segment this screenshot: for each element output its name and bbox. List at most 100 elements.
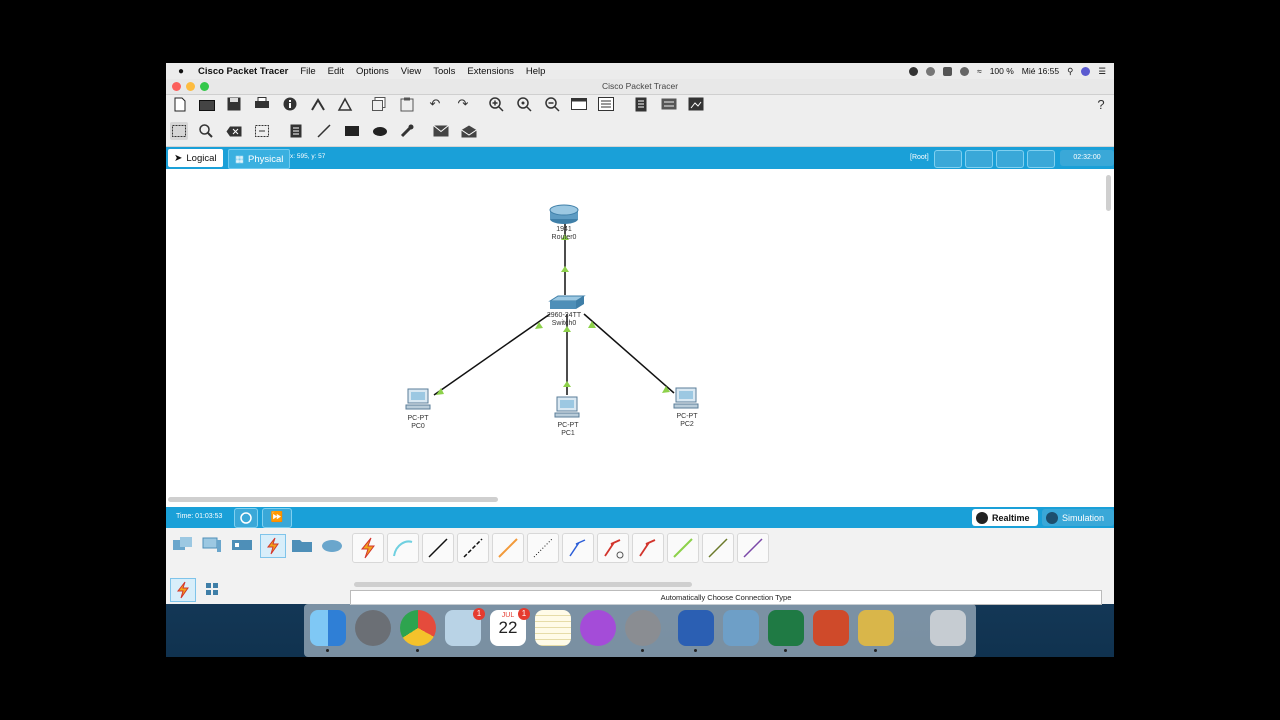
notification-icon[interactable]: ☰	[1098, 66, 1106, 77]
grid-view-icon[interactable]	[200, 578, 224, 600]
spotlight-icon[interactable]: ⚲	[1067, 66, 1073, 77]
zoom-reset-icon[interactable]	[515, 95, 533, 113]
serial-dce-icon[interactable]	[597, 533, 629, 563]
multiuser-connection-icon[interactable]	[320, 534, 344, 556]
draw-line-icon[interactable]	[315, 122, 333, 140]
coaxial-icon[interactable]	[562, 533, 594, 563]
clock-label[interactable]: Mié 16:55	[1022, 66, 1059, 76]
pc-icon[interactable]	[405, 388, 431, 410]
add-icon[interactable]	[960, 66, 970, 76]
record-icon[interactable]	[909, 66, 919, 76]
resize-shape-icon[interactable]	[253, 122, 271, 140]
link-switch0-pc2[interactable]	[583, 313, 675, 394]
help-icon[interactable]: ?	[1092, 95, 1110, 113]
network-info-icon[interactable]	[309, 95, 327, 113]
activity-wizard-icon[interactable]	[336, 95, 354, 113]
octal-cable-icon[interactable]	[667, 533, 699, 563]
screenshot-icon[interactable]	[687, 95, 705, 113]
siri-icon[interactable]	[1081, 66, 1091, 76]
usb-cable-icon[interactable]	[737, 533, 769, 563]
end-devices-icon[interactable]	[200, 534, 224, 556]
serial-dte-icon[interactable]	[632, 533, 664, 563]
custom-device-icon[interactable]	[597, 95, 615, 113]
system-preferences-icon[interactable]	[625, 610, 661, 652]
zoom-in-icon[interactable]	[487, 95, 505, 113]
pc-icon[interactable]	[673, 387, 699, 409]
display-icon[interactable]	[943, 66, 953, 76]
finder-icon[interactable]	[310, 610, 346, 652]
wifi-icon[interactable]: ≈	[977, 66, 982, 76]
move-object-icon[interactable]	[996, 150, 1024, 168]
draw-ellipse-icon[interactable]	[371, 122, 389, 140]
copper-cross-over-icon[interactable]	[457, 533, 489, 563]
workspace-vertical-scrollbar[interactable]	[1106, 175, 1111, 211]
fiber-icon[interactable]	[492, 533, 524, 563]
preview-icon[interactable]	[723, 610, 759, 646]
close-window-icon[interactable]	[172, 82, 181, 91]
redo-icon[interactable]: ↷	[454, 95, 472, 113]
menu-options[interactable]: Options	[356, 66, 389, 77]
open-folder-icon[interactable]	[198, 95, 216, 113]
paste-icon[interactable]	[398, 95, 416, 113]
workspace-horizontal-scrollbar[interactable]	[168, 497, 498, 502]
mail-icon[interactable]: 1	[445, 608, 485, 646]
packet-tracer-icon[interactable]	[858, 610, 894, 652]
notes-icon[interactable]	[535, 610, 571, 646]
podcasts-icon[interactable]	[580, 610, 616, 646]
cloud-icon[interactable]	[926, 66, 936, 76]
battery-label[interactable]: 100 %	[990, 66, 1014, 76]
inspect-icon[interactable]	[197, 122, 215, 140]
copper-straight-through-icon[interactable]	[422, 533, 454, 563]
logical-workspace[interactable]: 1941 Router0 2960-24TT Switch0 PC-PT PC0…	[166, 169, 1114, 507]
new-file-icon[interactable]	[171, 95, 189, 113]
minimize-window-icon[interactable]	[186, 82, 195, 91]
fast-forward-icon[interactable]: ⏩	[262, 508, 292, 528]
undo-icon[interactable]: ↶	[426, 95, 444, 113]
zoom-window-icon[interactable]	[200, 82, 209, 91]
power-cycle-icon[interactable]	[234, 508, 258, 528]
chrome-icon[interactable]	[400, 610, 436, 652]
calendar-icon[interactable]: JUL 22 1	[490, 608, 530, 646]
launchpad-icon[interactable]	[355, 610, 391, 646]
zoom-out-icon[interactable]	[543, 95, 561, 113]
connections-icon[interactable]	[260, 534, 286, 558]
word-icon[interactable]	[678, 610, 714, 652]
powerpoint-icon[interactable]	[813, 610, 849, 646]
trash-icon[interactable]	[930, 610, 966, 646]
topology-canvas[interactable]	[166, 169, 1114, 507]
menu-help[interactable]: Help	[526, 66, 546, 77]
tab-logical[interactable]: ➤ Logical	[168, 149, 223, 167]
back-icon[interactable]	[934, 150, 962, 168]
app-name[interactable]: Cisco Packet Tracer	[198, 66, 288, 77]
switch-icon[interactable]	[548, 295, 586, 309]
link-switch0-pc0[interactable]	[433, 313, 551, 396]
components-icon[interactable]	[230, 534, 254, 556]
router-icon[interactable]	[549, 204, 579, 224]
connections-subcategory-icon[interactable]	[170, 578, 196, 602]
drawing-palette-icon[interactable]	[570, 95, 588, 113]
auto-connection-icon[interactable]	[352, 533, 384, 563]
viewport-clock[interactable]: 02:32:00	[1060, 150, 1114, 166]
excel-icon[interactable]	[768, 610, 804, 652]
select-icon[interactable]	[170, 122, 188, 140]
set-background-icon[interactable]	[1027, 150, 1055, 168]
phone-cable-icon[interactable]	[527, 533, 559, 563]
network-discovery-icon[interactable]	[660, 95, 678, 113]
add-complex-pdu-icon[interactable]	[460, 122, 478, 140]
simulation-button[interactable]: Simulation	[1042, 509, 1114, 526]
add-simple-pdu-icon[interactable]	[432, 122, 450, 140]
apple-icon[interactable]: ●	[178, 66, 184, 77]
freeform-icon[interactable]	[398, 122, 416, 140]
copy-icon[interactable]	[370, 95, 388, 113]
menu-tools[interactable]: Tools	[433, 66, 455, 77]
root-label[interactable]: [Root]	[910, 154, 929, 161]
save-icon[interactable]	[225, 95, 243, 113]
draw-rectangle-icon[interactable]	[343, 122, 361, 140]
iot-custom-cable-icon[interactable]	[702, 533, 734, 563]
miscellaneous-icon[interactable]	[290, 534, 314, 556]
realtime-button[interactable]: Realtime	[972, 509, 1038, 526]
viewport-icon[interactable]	[632, 95, 650, 113]
delete-icon[interactable]	[225, 122, 243, 140]
menu-edit[interactable]: Edit	[328, 66, 344, 77]
menu-extensions[interactable]: Extensions	[467, 66, 513, 77]
